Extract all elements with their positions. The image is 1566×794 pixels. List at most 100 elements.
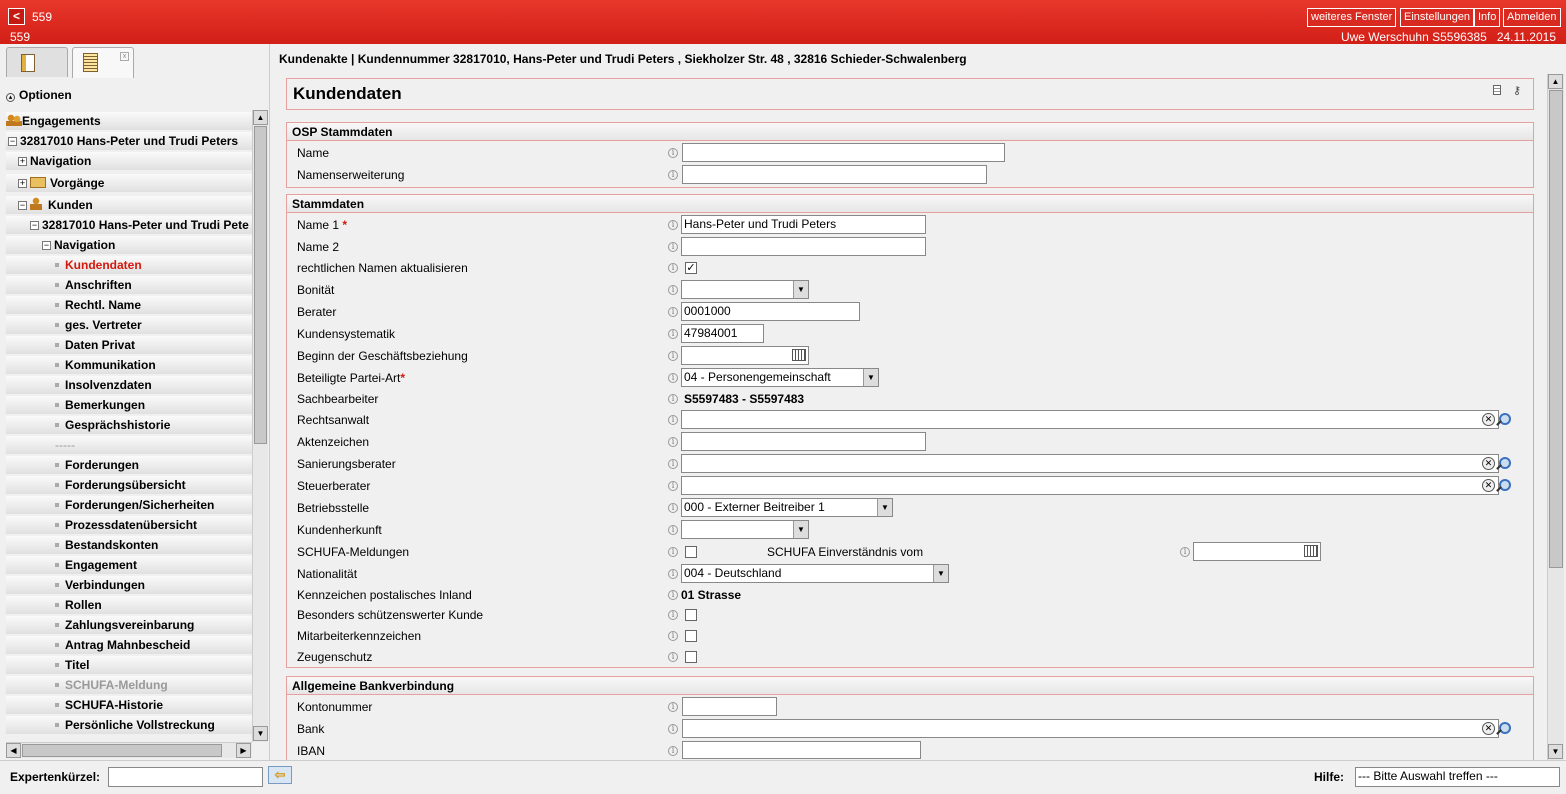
- info-icon[interactable]: i: [668, 702, 678, 712]
- info-icon[interactable]: i: [668, 481, 678, 491]
- nav-bemerkungen[interactable]: Bemerkungen: [6, 396, 252, 414]
- info-icon[interactable]: i: [668, 285, 678, 295]
- schuetzenswert-checkbox[interactable]: [685, 609, 697, 621]
- info-icon[interactable]: i: [668, 652, 678, 662]
- chevron-down-icon[interactable]: ▼: [793, 521, 808, 538]
- tree-item-engagement-customer[interactable]: −32817010 Hans-Peter und Trudi Peters: [6, 132, 252, 150]
- info-icon[interactable]: i: [668, 394, 678, 404]
- info-icon[interactable]: i: [668, 351, 678, 361]
- info-icon[interactable]: i: [668, 746, 678, 756]
- bonitaet-select[interactable]: ▼: [681, 280, 809, 299]
- main-vertical-scrollbar[interactable]: ▲ ▼: [1547, 74, 1564, 760]
- scroll-thumb[interactable]: [254, 126, 267, 444]
- nav-schufa-historie[interactable]: SCHUFA-Historie: [6, 696, 252, 714]
- nav-rechtl-name[interactable]: Rechtl. Name: [6, 296, 252, 314]
- scroll-thumb[interactable]: [1549, 90, 1563, 568]
- expert-shortcut-input[interactable]: [108, 767, 263, 787]
- info-icon[interactable]: i: [668, 631, 678, 641]
- nav-engagement[interactable]: Engagement: [6, 556, 252, 574]
- info-icon[interactable]: i: [668, 503, 678, 513]
- document-icon[interactable]: [1493, 85, 1501, 95]
- name2-input[interactable]: [681, 237, 926, 256]
- info-icon[interactable]: i: [668, 220, 678, 230]
- tree-item-navigation[interactable]: + Navigation: [6, 152, 252, 170]
- search-icon[interactable]: [1495, 479, 1511, 493]
- logout-button[interactable]: Abmelden: [1503, 8, 1561, 27]
- info-icon[interactable]: i: [668, 329, 678, 339]
- go-arrow-icon[interactable]: ⇦: [268, 766, 292, 784]
- tree-item-customer[interactable]: −32817010 Hans-Peter und Trudi Pete: [6, 216, 252, 234]
- nav-antrag-mahnbescheid[interactable]: Antrag Mahnbescheid: [6, 636, 252, 654]
- info-icon[interactable]: i: [668, 307, 678, 317]
- settings-button[interactable]: Einstellungen: [1400, 8, 1475, 27]
- back-button[interactable]: <: [8, 8, 25, 25]
- sidebar-vertical-scrollbar[interactable]: ▲ ▼: [252, 110, 268, 742]
- berater-input[interactable]: 0001000: [681, 302, 860, 321]
- rechtsanwalt-input[interactable]: ✕: [681, 410, 1499, 429]
- sanierungsberater-input[interactable]: ✕: [681, 454, 1499, 473]
- scroll-up-icon[interactable]: ▲: [253, 110, 268, 125]
- nav-verbindungen[interactable]: Verbindungen: [6, 576, 252, 594]
- sidebar-horizontal-scrollbar[interactable]: ◀ ▶: [6, 742, 252, 758]
- close-icon[interactable]: x: [120, 52, 129, 61]
- nav-titel[interactable]: Titel: [6, 656, 252, 674]
- nav-kundendaten[interactable]: Kundendaten: [6, 256, 252, 274]
- scroll-thumb[interactable]: [22, 744, 222, 757]
- info-icon[interactable]: i: [668, 373, 678, 383]
- nav-persoenliche-vollstreckung[interactable]: Persönliche Vollstreckung: [6, 716, 252, 734]
- chevron-down-icon[interactable]: ▼: [933, 565, 948, 582]
- partei-art-select[interactable]: 04 - Personengemeinschaft ▼: [681, 368, 879, 387]
- kundenherkunft-select[interactable]: ▼: [681, 520, 809, 539]
- expand-icon[interactable]: +: [18, 157, 27, 166]
- info-icon[interactable]: i: [668, 724, 678, 734]
- aktenzeichen-input[interactable]: [681, 432, 926, 451]
- more-window-button[interactable]: weiteres Fenster: [1307, 8, 1397, 27]
- options-toggle[interactable]: ▴ Optionen: [6, 88, 72, 102]
- info-icon[interactable]: i: [668, 437, 678, 447]
- info-icon[interactable]: i: [668, 590, 678, 600]
- collapse-icon[interactable]: −: [18, 201, 27, 210]
- update-legal-name-checkbox[interactable]: ✓: [685, 262, 697, 274]
- name1-input[interactable]: Hans-Peter und Trudi Peters: [681, 215, 926, 234]
- osp-name-extension-input[interactable]: [682, 165, 987, 184]
- key-icon[interactable]: ⚷: [1513, 84, 1521, 97]
- schufa-consent-date-input[interactable]: [1193, 542, 1321, 561]
- scroll-down-icon[interactable]: ▼: [1548, 744, 1563, 759]
- nav-forderungsuebersicht[interactable]: Forderungsübersicht: [6, 476, 252, 494]
- info-icon[interactable]: i: [668, 525, 678, 535]
- tab-overview[interactable]: [6, 47, 68, 77]
- iban-input[interactable]: [682, 741, 921, 759]
- bank-input[interactable]: ✕: [682, 719, 1499, 738]
- kundensystematik-input[interactable]: 47984001: [681, 324, 764, 343]
- info-icon[interactable]: i: [668, 415, 678, 425]
- search-icon[interactable]: [1495, 457, 1511, 471]
- nav-daten-privat[interactable]: Daten Privat: [6, 336, 252, 354]
- nav-forderungen[interactable]: Forderungen: [6, 456, 252, 474]
- tree-item-kunden[interactable]: − Kunden: [6, 196, 252, 214]
- calendar-icon[interactable]: [1304, 545, 1318, 557]
- info-icon[interactable]: i: [668, 547, 678, 557]
- search-icon[interactable]: [1495, 722, 1511, 736]
- nav-kommunikation[interactable]: Kommunikation: [6, 356, 252, 374]
- help-select[interactable]: --- Bitte Auswahl treffen ---: [1355, 767, 1560, 787]
- collapse-icon[interactable]: −: [42, 241, 51, 250]
- scroll-right-icon[interactable]: ▶: [236, 743, 251, 758]
- clear-icon[interactable]: ✕: [1482, 722, 1495, 735]
- info-button[interactable]: Info: [1474, 8, 1501, 27]
- clear-icon[interactable]: ✕: [1482, 413, 1495, 426]
- nationalitaet-select[interactable]: 004 - Deutschland ▼: [681, 564, 949, 583]
- collapse-icon[interactable]: −: [8, 137, 17, 146]
- nav-insolvenzdaten[interactable]: Insolvenzdaten: [6, 376, 252, 394]
- tree-item-engagements[interactable]: Engagements: [6, 112, 252, 130]
- info-icon[interactable]: i: [668, 148, 678, 158]
- tab-customer-file[interactable]: x: [72, 47, 134, 78]
- beginn-date-input[interactable]: [681, 346, 809, 365]
- nav-zahlungsvereinbarung[interactable]: Zahlungsvereinbarung: [6, 616, 252, 634]
- nav-rollen[interactable]: Rollen: [6, 596, 252, 614]
- info-icon[interactable]: i: [668, 459, 678, 469]
- chevron-down-icon[interactable]: ▼: [877, 499, 892, 516]
- chevron-down-icon[interactable]: ▼: [793, 281, 808, 298]
- nav-bestandskonten[interactable]: Bestandskonten: [6, 536, 252, 554]
- info-icon[interactable]: i: [1180, 547, 1190, 557]
- nav-anschriften[interactable]: Anschriften: [6, 276, 252, 294]
